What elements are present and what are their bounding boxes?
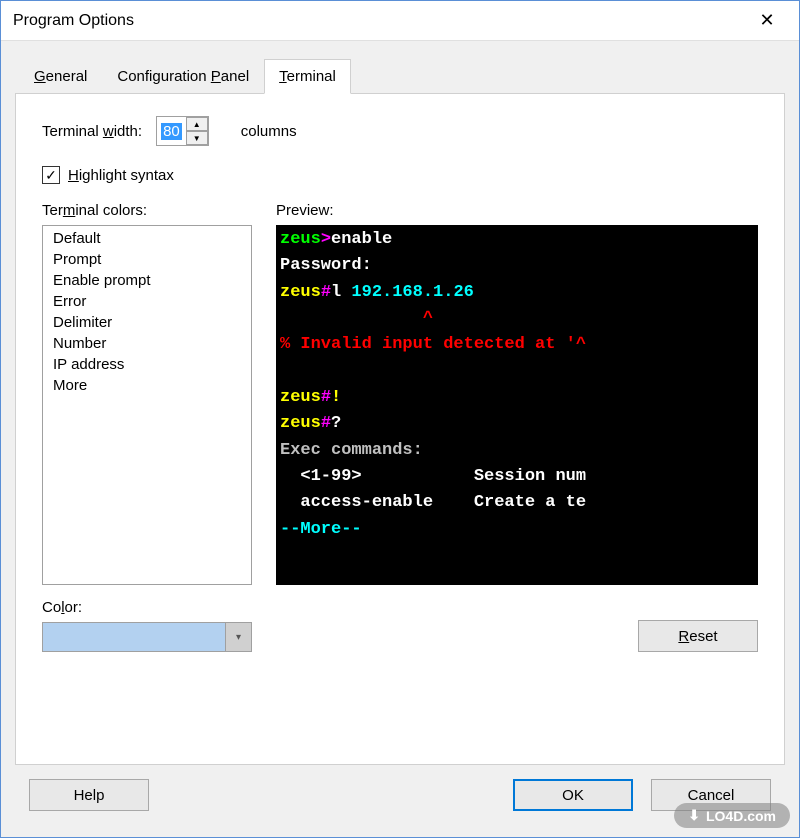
terminal-colors-label: Terminal colors: xyxy=(42,202,252,219)
highlight-syntax-row: ✓ Highlight syntax xyxy=(42,166,758,184)
terminal-width-label: Terminal width: xyxy=(42,123,142,140)
chevron-down-icon[interactable]: ▾ xyxy=(225,623,251,651)
reset-button[interactable]: Reset xyxy=(638,620,758,652)
color-combobox[interactable]: ▾ xyxy=(42,622,252,652)
ok-button[interactable]: OK xyxy=(513,779,633,811)
tab-body-terminal: Terminal width: 80 ▲ ▼ columns ✓ Highlig… xyxy=(15,93,785,765)
tab-configuration-panel[interactable]: Configuration Panel xyxy=(102,59,264,94)
dialog-button-row: Help OK Cancel xyxy=(15,765,785,825)
tab-terminal[interactable]: Terminal xyxy=(264,59,351,94)
list-item[interactable]: Delimiter xyxy=(45,312,249,333)
content-area: General Configuration Panel Terminal Ter… xyxy=(1,41,799,837)
terminal-width-spinner[interactable]: 80 ▲ ▼ xyxy=(156,116,209,146)
titlebar: Program Options ✕ xyxy=(1,1,799,41)
window-title: Program Options xyxy=(13,12,747,30)
help-button[interactable]: Help xyxy=(29,779,149,811)
color-value[interactable] xyxy=(43,623,225,651)
terminal-preview: zeus>enablePassword:zeus#l 192.168.1.26 … xyxy=(276,225,758,585)
color-label: Color: xyxy=(42,599,252,616)
cancel-button[interactable]: Cancel xyxy=(651,779,771,811)
list-item[interactable]: Default xyxy=(45,228,249,249)
terminal-colors-listbox[interactable]: DefaultPromptEnable promptErrorDelimiter… xyxy=(42,225,252,585)
list-item[interactable]: Prompt xyxy=(45,249,249,270)
highlight-syntax-checkbox[interactable]: ✓ xyxy=(42,166,60,184)
list-item[interactable]: Enable prompt xyxy=(45,270,249,291)
close-icon[interactable]: ✕ xyxy=(747,1,787,41)
tab-strip: General Configuration Panel Terminal xyxy=(19,59,785,94)
list-item[interactable]: Number xyxy=(45,333,249,354)
list-item[interactable]: More xyxy=(45,375,249,396)
spinner-up-icon[interactable]: ▲ xyxy=(186,117,208,131)
list-item[interactable]: IP address xyxy=(45,354,249,375)
tab-general[interactable]: General xyxy=(19,59,102,94)
highlight-syntax-label[interactable]: Highlight syntax xyxy=(68,167,174,184)
spinner-down-icon[interactable]: ▼ xyxy=(186,131,208,145)
preview-label: Preview: xyxy=(276,202,758,219)
columns-label: columns xyxy=(241,123,297,140)
dialog-window: Program Options ✕ General Configuration … xyxy=(0,0,800,838)
terminal-width-input[interactable]: 80 xyxy=(157,117,186,145)
list-item[interactable]: Error xyxy=(45,291,249,312)
terminal-width-row: Terminal width: 80 ▲ ▼ columns xyxy=(42,116,758,146)
